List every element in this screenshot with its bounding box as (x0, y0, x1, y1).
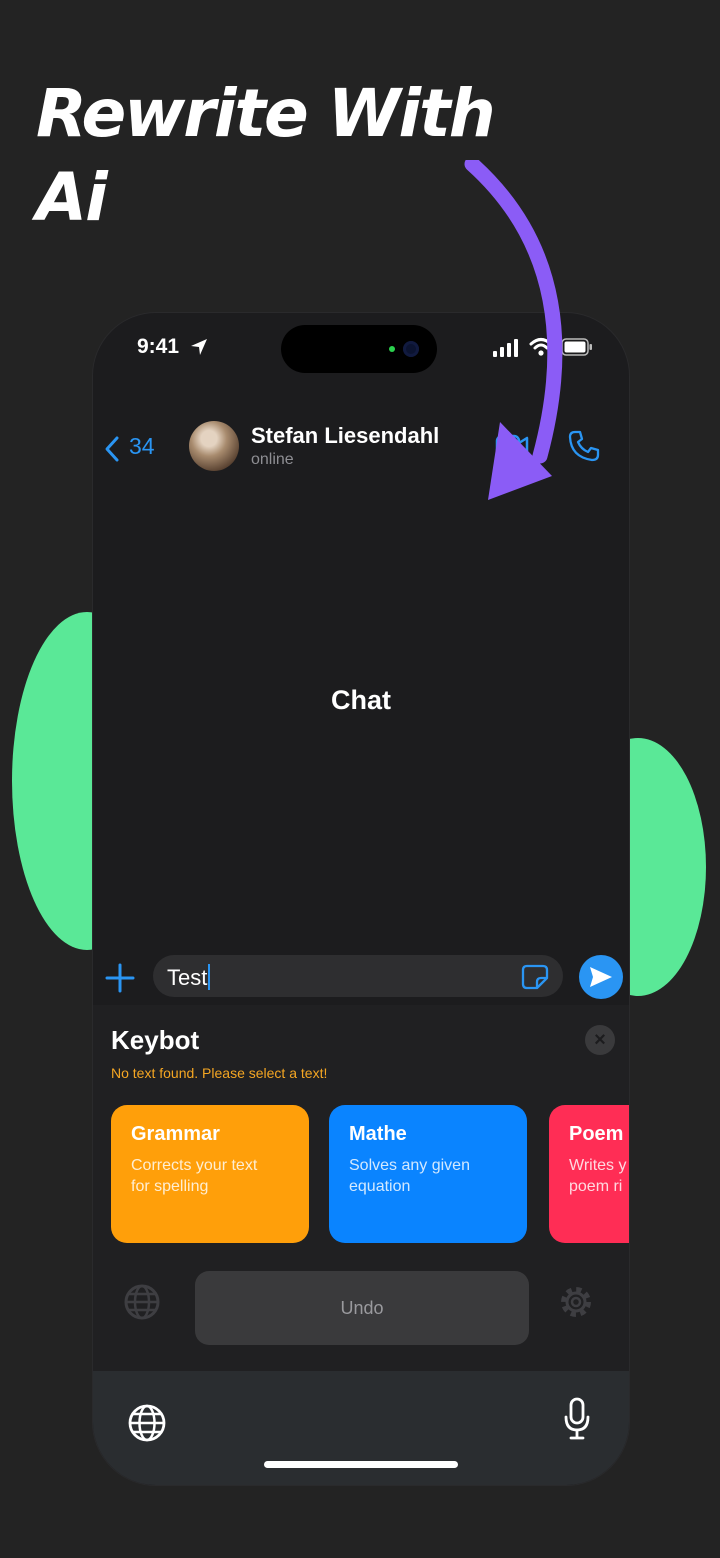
globe-icon[interactable] (123, 1283, 161, 1321)
plus-icon[interactable] (105, 963, 135, 993)
contact-avatar[interactable] (189, 421, 239, 471)
keybot-toolbar: Undo (93, 1265, 629, 1345)
front-camera (403, 341, 419, 357)
back-chevron-icon[interactable] (103, 435, 121, 463)
undo-button[interactable]: Undo (195, 1271, 529, 1345)
location-arrow-icon (191, 339, 207, 355)
keybot-keyboard: Keybot × No text found. Please select a … (93, 1005, 629, 1485)
card-description: Corrects your text for spelling (131, 1157, 258, 1195)
system-keyboard-bar (93, 1371, 629, 1485)
keybot-title: Keybot (111, 1025, 200, 1055)
send-button[interactable] (579, 955, 623, 999)
mathe-card[interactable]: Mathe Solves any given equation (329, 1105, 527, 1243)
globe-icon[interactable] (127, 1403, 167, 1443)
headline-line-2: Ai (36, 159, 108, 236)
microphone-icon[interactable] (563, 1397, 591, 1441)
home-indicator[interactable] (264, 1461, 458, 1468)
card-description: Solves any given equation (349, 1157, 470, 1195)
back-unread-count[interactable]: 34 (129, 433, 155, 460)
send-icon (590, 967, 612, 987)
sticker-icon[interactable] (521, 964, 549, 990)
message-input-text: Test (167, 964, 211, 991)
dynamic-island (281, 325, 437, 373)
keybot-close-button[interactable]: × (585, 1025, 615, 1055)
contact-status: online (251, 451, 294, 468)
message-composer: Test (93, 945, 629, 1005)
privacy-indicator-dot (389, 346, 395, 352)
chat-placeholder-label: Chat (331, 685, 391, 715)
card-title: Mathe (349, 1123, 407, 1145)
keybot-hint: No text found. Please select a text! (111, 1065, 328, 1081)
card-title: Grammar (131, 1123, 220, 1145)
curved-arrow-icon (464, 160, 563, 500)
grammar-card[interactable]: Grammar Corrects your text for spelling (111, 1105, 309, 1243)
promo-headline: Rewrite With Ai (36, 72, 496, 240)
settings-icon[interactable] (557, 1283, 595, 1321)
status-time: 9:41 (137, 335, 180, 358)
headline-line-1: Rewrite With (36, 75, 496, 152)
contact-name[interactable]: Stefan Liesendahl (251, 423, 439, 449)
keybot-action-cards: Grammar Corrects your text for spelling M… (93, 1103, 629, 1247)
card-description: Writes y poem ri (569, 1157, 627, 1195)
card-title: Poem (569, 1123, 624, 1145)
message-input[interactable]: Test (153, 955, 563, 997)
poem-card[interactable]: Poem Writes y poem ri (549, 1105, 629, 1243)
